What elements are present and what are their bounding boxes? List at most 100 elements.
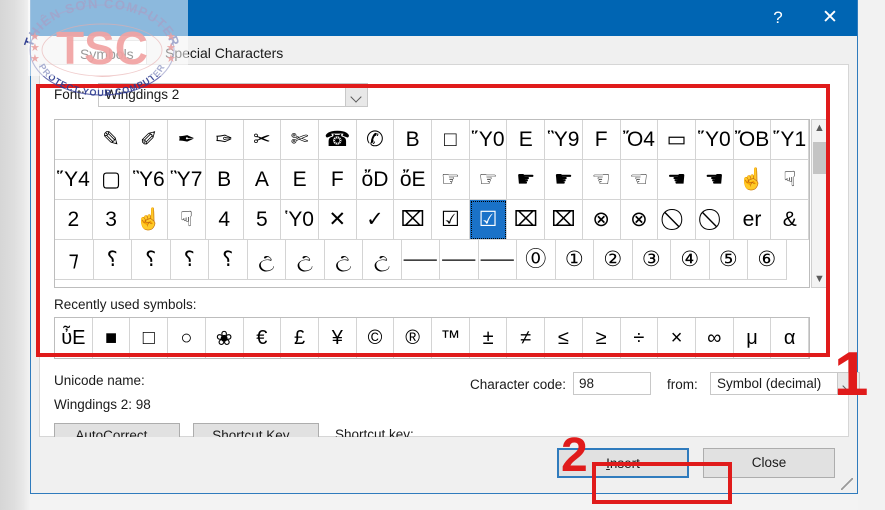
recently-used-symbols[interactable]: ὖE ■ □ ○ ❀ € £ ¥ © ® ™ ± ≠ ≤ ≥ ÷ × ∞ μ α — [54, 317, 810, 359]
symbol-cell[interactable]: ὚2 — [55, 200, 93, 240]
recent-symbol-cell[interactable]: ™ — [432, 318, 470, 358]
symbol-cell[interactable]: ✆ — [357, 120, 395, 160]
symbol-cell[interactable]: ⊗ — [583, 200, 621, 240]
symbol-cell[interactable]: ὚5 — [244, 200, 282, 240]
symbol-cell[interactable]: ☚ — [658, 160, 696, 200]
close-button[interactable]: Close — [703, 448, 835, 478]
chevron-up-icon[interactable]: ▲ — [812, 120, 827, 136]
close-icon[interactable]: ✕ — [807, 0, 853, 36]
symbol-cell[interactable]: ☛ — [545, 160, 583, 200]
symbol-cell[interactable]: & — [771, 200, 809, 240]
symbol-cell[interactable]: er — [734, 200, 772, 240]
symbol-cell[interactable]: ✂ — [244, 120, 282, 160]
resize-grip[interactable] — [841, 478, 853, 490]
symbol-cell[interactable]: ⸮ — [209, 240, 248, 280]
symbol-cell[interactable]: ✄ — [281, 120, 319, 160]
recent-symbol-cell[interactable]: □ — [130, 318, 168, 358]
chevron-down-icon[interactable]: ▼ — [812, 271, 827, 287]
symbol-cell[interactable]: ④ — [671, 240, 710, 280]
recent-symbol-cell[interactable]: ± — [470, 318, 508, 358]
character-code-input[interactable]: 98 — [573, 372, 651, 395]
symbol-cell[interactable]: □ — [432, 120, 470, 160]
symbol-cell[interactable]: ⃠ — [696, 200, 734, 240]
recent-symbol-cell[interactable]: ■ — [93, 318, 131, 358]
symbol-cell[interactable]: ὚F — [319, 160, 357, 200]
recent-symbol-cell[interactable]: ≥ — [583, 318, 621, 358]
symbol-cell[interactable]: ⃠ — [658, 200, 696, 240]
symbol-cell[interactable]: ✎ — [93, 120, 131, 160]
symbol-cell[interactable]: Ὓ7 — [168, 160, 206, 200]
symbol-cell[interactable]: ☝ — [734, 160, 772, 200]
symbol-cell[interactable]: ✒ — [168, 120, 206, 160]
font-combobox[interactable]: Wingdings 2 — [98, 83, 368, 107]
symbol-cell[interactable]: Ὄ4 — [621, 120, 659, 160]
symbol-grid[interactable]: ✎ ✐ ✒ ✑ ✂ ✄ ☎ ✆ ὜B □ Ὕ0 ὜E Ὓ9 ὜F Ὄ4 ▭ Ὕ0 ὌB Ὕ1 Ὕ4 ▢ Ὓ6 Ὓ7 ὚B ὚A ὚… — [54, 119, 810, 288]
recent-symbol-cell[interactable]: α — [771, 318, 809, 358]
symbol-cell[interactable]: ① — [556, 240, 595, 280]
recent-symbol-cell[interactable]: € — [244, 318, 282, 358]
symbol-cell[interactable]: ☝ — [130, 200, 168, 240]
symbol-cell[interactable]: ☞ — [470, 160, 508, 200]
symbol-cell[interactable]: Ὕ1 — [771, 120, 809, 160]
symbol-cell[interactable]: ☟ — [168, 200, 206, 240]
recent-symbol-cell[interactable]: ÷ — [621, 318, 659, 358]
symbol-cell[interactable]: Ὑ0 — [281, 200, 319, 240]
symbol-cell[interactable]: ⸮ — [132, 240, 171, 280]
symbol-cell[interactable]: ⑥ — [748, 240, 787, 280]
symbol-cell[interactable]: ✓ — [357, 200, 395, 240]
symbol-cell[interactable]: ⊗ — [621, 200, 659, 240]
symbol-cell[interactable]: ὚4 — [206, 200, 244, 240]
symbol-cell[interactable]: ⁊ — [55, 240, 94, 280]
symbol-cell[interactable]: උ — [325, 240, 364, 280]
recent-symbol-cell[interactable]: © — [357, 318, 395, 358]
symbol-cell[interactable]: ὚3 — [93, 200, 131, 240]
symbol-cell[interactable]: Ὕ0 — [470, 120, 508, 160]
recent-symbol-cell[interactable]: × — [658, 318, 696, 358]
recent-symbol-cell[interactable]: ∞ — [696, 318, 734, 358]
symbol-cell[interactable]: ὜F — [583, 120, 621, 160]
symbol-cell[interactable]: ⸺ — [479, 240, 518, 280]
scrollbar-thumb[interactable] — [813, 142, 826, 174]
symbol-cell[interactable]: ὜B — [394, 120, 432, 160]
symbol-cell[interactable]: ☟ — [771, 160, 809, 200]
symbol-cell[interactable]: ⌧ — [545, 200, 583, 240]
recent-symbol-cell[interactable]: ❀ — [206, 318, 244, 358]
help-button[interactable]: ? — [755, 0, 801, 36]
symbol-cell[interactable]: ☑ — [432, 200, 470, 240]
recent-symbol-cell[interactable]: μ — [734, 318, 772, 358]
symbol-cell[interactable]: ✑ — [206, 120, 244, 160]
symbol-cell[interactable]: ⌧ — [507, 200, 545, 240]
symbol-cell[interactable]: ⸺ — [402, 240, 441, 280]
symbol-cell[interactable]: ⸮ — [94, 240, 133, 280]
symbol-cell[interactable]: ⌧ — [394, 200, 432, 240]
symbol-cell[interactable]: ⸺ — [440, 240, 479, 280]
symbol-cell[interactable]: උ — [286, 240, 325, 280]
symbol-cell[interactable] — [55, 120, 93, 160]
recent-symbol-cell[interactable]: ≠ — [507, 318, 545, 358]
symbol-cell[interactable]: ὄE — [394, 160, 432, 200]
symbol-cell[interactable]: Ὓ6 — [130, 160, 168, 200]
symbol-cell[interactable]: ⸮ — [171, 240, 210, 280]
symbol-cell[interactable]: ③ — [633, 240, 672, 280]
symbol-cell[interactable]: Ὕ0 — [696, 120, 734, 160]
symbol-cell[interactable]: ☎ — [319, 120, 357, 160]
symbol-cell[interactable]: Ὓ9 — [545, 120, 583, 160]
symbol-cell[interactable]: ὚A — [244, 160, 282, 200]
recent-symbol-cell[interactable]: ¥ — [319, 318, 357, 358]
symbol-cell[interactable]: ὚B — [206, 160, 244, 200]
symbol-cell[interactable]: උ — [248, 240, 287, 280]
symbol-cell[interactable]: ☑ — [470, 200, 508, 240]
symbol-cell[interactable]: ⑤ — [710, 240, 749, 280]
symbol-cell[interactable]: ▭ — [658, 120, 696, 160]
symbol-cell[interactable]: ☜ — [621, 160, 659, 200]
symbol-cell[interactable]: ὜E — [507, 120, 545, 160]
chevron-down-icon[interactable] — [345, 84, 367, 106]
symbol-cell[interactable]: ✕ — [319, 200, 357, 240]
symbol-cell[interactable]: ὌB — [734, 120, 772, 160]
symbol-cell[interactable]: ⓪ — [517, 240, 556, 280]
symbol-cell[interactable]: උ — [363, 240, 402, 280]
symbol-cell[interactable]: ☜ — [583, 160, 621, 200]
symbol-cell[interactable]: ὚E — [281, 160, 319, 200]
tab-symbols[interactable]: Symbols — [67, 40, 147, 66]
symbol-grid-scrollbar[interactable]: ▲ ▼ — [811, 119, 828, 288]
